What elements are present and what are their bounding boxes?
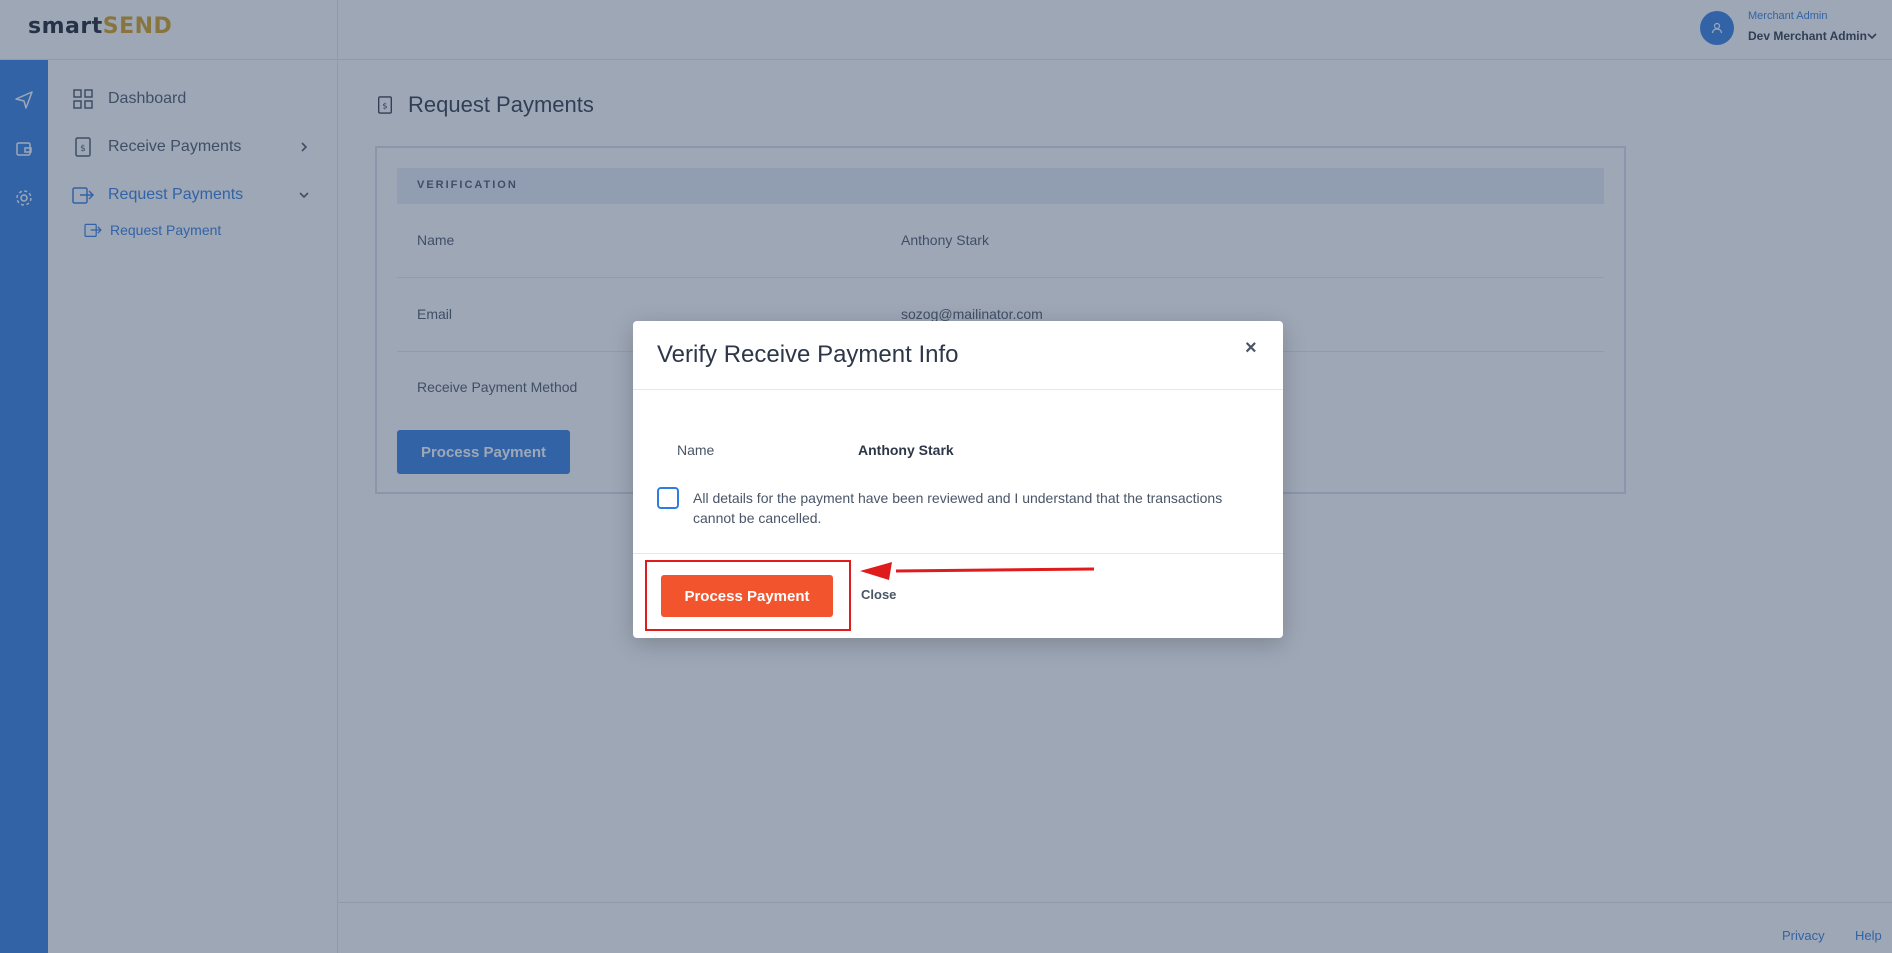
arrow-left-icon xyxy=(860,562,1095,580)
modal-name-value: Anthony Stark xyxy=(858,442,954,458)
close-icon[interactable]: × xyxy=(1245,338,1257,358)
modal-title: Verify Receive Payment Info xyxy=(657,341,959,368)
modal-close-button[interactable]: Close xyxy=(861,587,896,602)
highlight-box xyxy=(645,560,851,631)
divider xyxy=(633,389,1283,390)
modal-name-label: Name xyxy=(677,442,715,458)
divider xyxy=(633,553,1283,554)
confirm-checkbox[interactable] xyxy=(657,487,679,509)
consent-text[interactable]: All details for the payment have been re… xyxy=(693,488,1233,528)
